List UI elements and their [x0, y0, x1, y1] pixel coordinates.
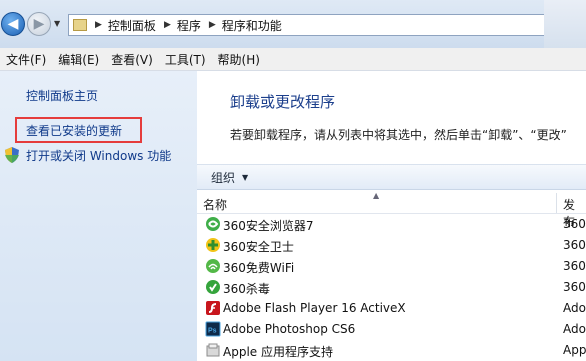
program-publisher: 360: [563, 280, 586, 294]
program-publisher: 360: [563, 259, 586, 273]
sidebar-item-view-installed-updates[interactable]: 查看已安装的更新: [26, 122, 122, 139]
program-name: 360安全浏览器7: [223, 219, 314, 233]
recent-pages-dropdown-icon[interactable]: ▼: [54, 19, 60, 28]
menu-bar: 文件(F) 编辑(E) 查看(V) 工具(T) 帮助(H): [0, 48, 586, 71]
address-box[interactable]: ▶ 控制面板 ▶ 程序 ▶ 程序和功能: [68, 14, 578, 36]
menu-file[interactable]: 文件(F): [0, 51, 52, 68]
column-name[interactable]: 名称: [203, 196, 227, 213]
address-bar-area: ◀ ▶ ▼ ▶ 控制面板 ▶ 程序 ▶ 程序和功能: [0, 0, 586, 48]
program-publisher: App: [563, 343, 586, 357]
breadcrumb-programs-features[interactable]: 程序和功能: [222, 17, 282, 34]
search-box-edge[interactable]: [544, 0, 586, 48]
program-list: 360安全浏览器7 360 360安全卫士 360 360免费WiFi 360: [197, 214, 586, 361]
flash-icon: [206, 301, 220, 315]
breadcrumb-control-panel[interactable]: 控制面板: [108, 17, 156, 34]
program-publisher: 360: [563, 238, 586, 252]
sort-ascending-icon: ▲: [373, 191, 380, 200]
shield-icon: [5, 147, 19, 163]
page-description: 若要卸载程序，请从列表中将其选中，然后单击“卸载”、“更改”: [230, 128, 567, 142]
breadcrumb-programs[interactable]: 程序: [177, 17, 201, 34]
command-bar: 组织 ▼: [197, 164, 586, 190]
360-antivirus-icon: [206, 280, 220, 294]
organize-button[interactable]: 组织 ▼: [211, 169, 248, 186]
program-name: Adobe Flash Player 16 ActiveX: [223, 301, 406, 315]
arrow-right-icon: ▶: [33, 16, 45, 32]
list-item[interactable]: Adobe Flash Player 16 ActiveX Ado: [197, 298, 586, 319]
column-divider[interactable]: [556, 193, 557, 213]
arrow-left-icon: ◀: [7, 16, 19, 32]
forward-button[interactable]: ▶: [27, 12, 51, 36]
sidebar: 控制面板主页 查看已安装的更新 打开或关闭 Windows 功能: [0, 71, 197, 361]
menu-view[interactable]: 查看(V): [105, 51, 159, 68]
program-name: Adobe Photoshop CS6: [223, 322, 356, 336]
menu-tools[interactable]: 工具(T): [159, 51, 212, 68]
list-item[interactable]: Apple 应用程序支持 App: [197, 340, 586, 361]
back-button[interactable]: ◀: [1, 12, 25, 36]
list-item[interactable]: 360安全卫士 360: [197, 235, 586, 256]
svg-text:Ps: Ps: [208, 328, 217, 335]
program-name: 360免费WiFi: [223, 261, 295, 275]
apple-support-icon: [206, 343, 220, 357]
organize-label: 组织: [211, 170, 236, 185]
list-item[interactable]: 360免费WiFi 360: [197, 256, 586, 277]
program-name: 360杀毒: [223, 282, 270, 296]
program-name: 360安全卫士: [223, 240, 294, 254]
sidebar-item-control-panel-home[interactable]: 控制面板主页: [26, 87, 98, 104]
program-publisher: Ado: [563, 322, 586, 336]
list-column-header: 名称 ▲ 发布: [197, 191, 586, 229]
program-name: Apple 应用程序支持: [223, 345, 333, 359]
sidebar-item-windows-features[interactable]: 打开或关闭 Windows 功能: [26, 147, 171, 164]
page-title: 卸载或更改程序: [230, 93, 336, 111]
dropdown-arrow-icon: ▼: [242, 172, 249, 182]
program-publisher: Ado: [563, 301, 586, 315]
list-item[interactable]: 360杀毒 360: [197, 277, 586, 298]
360-wifi-icon: [206, 259, 220, 273]
chevron-right-icon[interactable]: ▶: [95, 20, 102, 30]
chevron-right-icon[interactable]: ▶: [164, 20, 171, 30]
control-panel-icon: [73, 19, 87, 31]
list-item[interactable]: 360安全浏览器7 360: [197, 214, 586, 235]
photoshop-icon: Ps: [205, 321, 221, 337]
program-publisher: 360: [563, 217, 586, 231]
list-item[interactable]: Ps Adobe Photoshop CS6 Ado: [197, 319, 586, 340]
360-safe-icon: [206, 238, 220, 252]
360-browser-icon: [206, 217, 220, 231]
menu-edit[interactable]: 编辑(E): [52, 51, 105, 68]
menu-help[interactable]: 帮助(H): [212, 51, 266, 68]
main-content: 卸载或更改程序 若要卸载程序，请从列表中将其选中，然后单击“卸载”、“更改” 组…: [197, 71, 586, 361]
chevron-right-icon[interactable]: ▶: [209, 20, 216, 30]
